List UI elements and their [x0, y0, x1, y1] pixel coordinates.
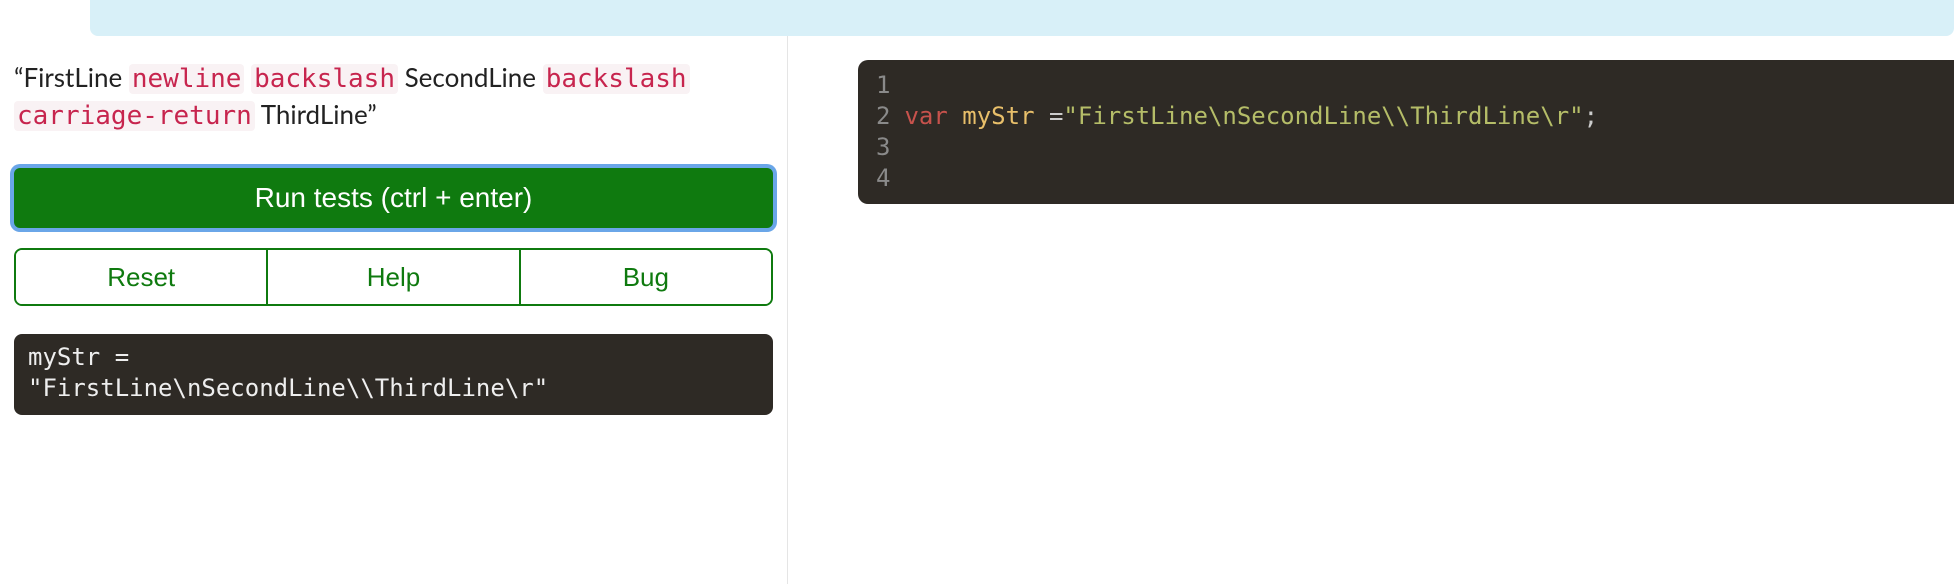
code-backslash: backslash — [251, 64, 398, 94]
code-line[interactable] — [904, 132, 1598, 163]
code-backslash-2: backslash — [543, 64, 690, 94]
secondary-button-row: Reset Help Bug — [14, 248, 773, 306]
token-semicolon: ; — [1584, 102, 1598, 130]
code-carriage-return: carriage-return — [14, 101, 255, 131]
token-variable: myStr — [962, 102, 1034, 130]
token-operator: = — [1035, 102, 1064, 130]
help-button[interactable]: Help — [266, 250, 518, 304]
token-string: "FirstLine\nSecondLine\\ThirdLine\r" — [1063, 102, 1583, 130]
line-number: 2 — [876, 101, 890, 132]
code-line[interactable] — [904, 70, 1598, 101]
quote-close: ” — [367, 98, 377, 130]
info-banner — [90, 0, 1954, 36]
bug-button[interactable]: Bug — [519, 250, 771, 304]
text-thirdline: ThirdLine — [261, 98, 368, 130]
code-newline: newline — [129, 64, 245, 94]
line-number: 3 — [876, 132, 890, 163]
code-line[interactable]: var myStr ="FirstLine\nSecondLine\\Third… — [904, 101, 1598, 132]
line-number: 4 — [876, 163, 890, 194]
run-tests-button[interactable]: Run tests (ctrl + enter) — [14, 168, 773, 228]
output-console: myStr = "FirstLine\nSecondLine\\ThirdLin… — [14, 334, 773, 414]
main-container: “FirstLine newline backslash SecondLine … — [0, 36, 1954, 584]
code-editor[interactable]: 1 2 3 4 var myStr ="FirstLine\nSecondLin… — [858, 60, 1954, 204]
text-secondline: SecondLine — [405, 61, 536, 93]
editor-gutter: 1 2 3 4 — [858, 70, 904, 194]
right-panel: 1 2 3 4 var myStr ="FirstLine\nSecondLin… — [788, 36, 1954, 584]
token-keyword: var — [904, 102, 947, 130]
left-panel: “FirstLine newline backslash SecondLine … — [0, 36, 788, 584]
instruction-text: “FirstLine newline backslash SecondLine … — [14, 60, 773, 134]
line-number: 1 — [876, 70, 890, 101]
reset-button[interactable]: Reset — [16, 250, 266, 304]
quote-open: “ — [14, 61, 24, 93]
code-line[interactable] — [904, 163, 1598, 194]
text-firstline: FirstLine — [24, 61, 123, 93]
editor-lines[interactable]: var myStr ="FirstLine\nSecondLine\\Third… — [904, 70, 1598, 194]
